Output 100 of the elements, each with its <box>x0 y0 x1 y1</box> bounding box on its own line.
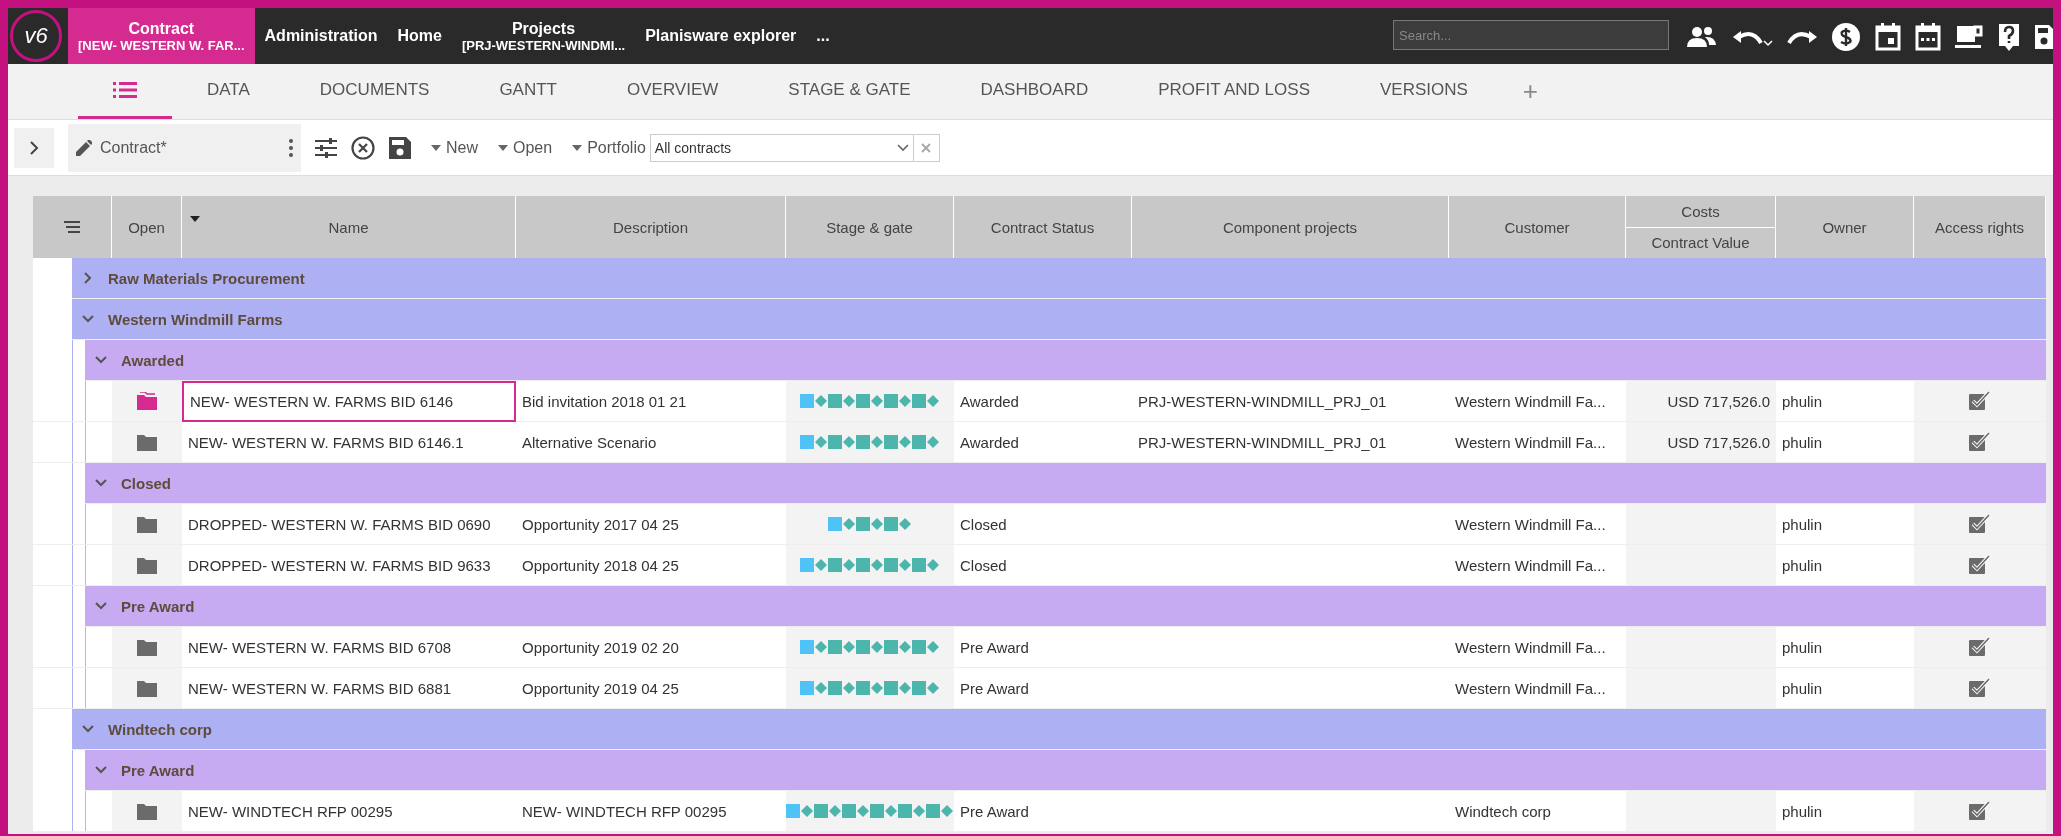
nav-tab[interactable]: Projects [PRJ-WESTERN-WINDMI... <box>451 8 636 64</box>
chevron-icon[interactable] <box>95 764 107 776</box>
group-row[interactable]: Western Windmill Farms <box>72 299 2046 340</box>
dropdown-button[interactable]: Portfolio <box>572 138 646 157</box>
tab[interactable]: OVERVIEW <box>592 64 754 119</box>
rows-icon[interactable] <box>64 221 80 233</box>
name-cell[interactable]: NEW- WINDTECH RFP 00295 <box>182 791 516 832</box>
column-header[interactable]: Stage & gate <box>786 196 954 258</box>
nav-tab[interactable]: Planisware explorer <box>635 8 807 64</box>
value-cell: USD 717,526.0 <box>1626 422 1776 463</box>
cancel-icon[interactable] <box>351 135 375 160</box>
owner-cell: phulin <box>1776 545 1914 586</box>
description-cell: Opportunity 2017 04 25 <box>516 504 786 545</box>
folder-icon[interactable] <box>137 433 157 451</box>
group-row[interactable]: Awarded <box>85 340 2046 381</box>
column-header[interactable]: Customer <box>1449 196 1626 258</box>
chevron-icon[interactable] <box>82 272 94 284</box>
tab[interactable]: DASHBOARD <box>945 64 1124 119</box>
dropdown-button[interactable]: Open <box>498 138 553 157</box>
sort-caret-icon[interactable] <box>190 216 200 222</box>
chevron-icon[interactable] <box>95 600 107 612</box>
name-cell[interactable]: DROPPED- WESTERN W. FARMS BID 9633 <box>182 545 516 586</box>
column-header[interactable]: Access rights <box>1914 196 2046 258</box>
status-cell: Closed <box>954 545 1132 586</box>
people-icon[interactable] <box>1687 25 1717 49</box>
name-cell[interactable]: NEW- WESTERN W. FARMS BID 6708 <box>182 627 516 668</box>
checked-note-icon[interactable] <box>1969 432 1991 452</box>
tab[interactable]: DATA <box>172 64 285 119</box>
group-row[interactable]: Pre Award <box>85 750 2046 791</box>
cup-icon[interactable] <box>1955 24 1983 50</box>
search-field[interactable]: Search... <box>1393 20 1669 50</box>
name-cell[interactable]: DROPPED- WESTERN W. FARMS BID 0690 <box>182 504 516 545</box>
column-header[interactable]: Component projects <box>1132 196 1449 258</box>
close-icon <box>921 142 932 153</box>
name-cell[interactable]: NEW- WESTERN W. FARMS BID 6146 <box>182 381 516 422</box>
caret-icon <box>498 144 508 151</box>
group-label: Closed <box>121 474 171 492</box>
more-icon[interactable] <box>289 138 293 157</box>
owner-cell: phulin <box>1776 381 1914 422</box>
folder-icon[interactable] <box>137 515 157 533</box>
folder-icon[interactable] <box>137 679 157 697</box>
checked-note-icon[interactable] <box>1969 514 1991 534</box>
calendar-icon[interactable] <box>1915 23 1941 51</box>
pencil-icon[interactable] <box>76 139 92 156</box>
dropdown-button[interactable]: New <box>431 138 478 157</box>
nav-tab[interactable]: Administration <box>254 8 388 64</box>
portfolio-select[interactable]: All contracts <box>649 133 914 162</box>
expand-button[interactable] <box>14 127 54 168</box>
status-cell: Pre Award <box>954 627 1132 668</box>
folder-icon[interactable] <box>137 638 157 656</box>
description-cell: Bid invitation 2018 01 21 <box>516 381 786 422</box>
checked-note-icon[interactable] <box>1969 637 1991 657</box>
group-row[interactable]: Windtech corp <box>72 709 2046 750</box>
folder-icon[interactable] <box>137 802 157 820</box>
group-label: Awarded <box>121 351 185 369</box>
nav-tab[interactable]: ... <box>806 8 840 64</box>
component-cell: PRJ-WESTERN-WINDMILL_PRJ_01 <box>1132 381 1449 422</box>
list-icon <box>113 81 137 99</box>
calendar-icon[interactable] <box>1875 23 1901 51</box>
tab[interactable]: GANTT <box>464 64 592 119</box>
save-icon[interactable] <box>2035 23 2053 51</box>
chevron-icon[interactable] <box>95 477 107 489</box>
checked-note-icon[interactable] <box>1969 391 1991 411</box>
column-header[interactable]: Owner <box>1776 196 1914 258</box>
name-cell[interactable]: NEW- WESTERN W. FARMS BID 6881 <box>182 668 516 709</box>
tab[interactable]: DOCUMENTS <box>284 64 465 119</box>
group-row[interactable]: Raw Materials Procurement <box>72 258 2046 299</box>
column-header[interactable]: Name <box>182 196 516 258</box>
group-row[interactable]: Closed <box>85 463 2046 504</box>
column-header[interactable]: Contract Status <box>954 196 1132 258</box>
status-cell: Awarded <box>954 381 1132 422</box>
logo[interactable]: v6 <box>10 10 62 62</box>
folder-icon[interactable] <box>137 556 157 574</box>
help-icon[interactable] <box>1997 22 2021 52</box>
save-icon[interactable] <box>389 136 411 159</box>
checked-note-icon[interactable] <box>1969 801 1991 821</box>
column-header[interactable]: Costs <box>1626 196 1775 227</box>
tab[interactable]: VERSIONS <box>1344 64 1503 119</box>
description-cell: Opportunity 2018 04 25 <box>516 545 786 586</box>
column-header[interactable]: Description <box>516 196 786 258</box>
group-label: Western Windmill Farms <box>108 310 283 328</box>
nav-tab[interactable]: Home <box>387 8 452 64</box>
nav-tab[interactable]: Contract [NEW- WESTERN W. FAR... <box>68 8 255 64</box>
checked-note-icon[interactable] <box>1969 678 1991 698</box>
chevron-icon[interactable] <box>95 354 107 366</box>
customer-cell: Western Windmill Fa... <box>1449 422 1626 463</box>
group-row[interactable]: Pre Award <box>85 586 2046 627</box>
chevron-icon[interactable] <box>82 723 94 735</box>
chevron-icon[interactable] <box>82 313 94 325</box>
name-cell[interactable]: NEW- WESTERN W. FARMS BID 6146.1 <box>182 422 516 463</box>
tab[interactable]: STAGE & GATE <box>753 64 946 119</box>
folder-icon[interactable] <box>137 392 157 410</box>
column-header[interactable]: Open <box>112 196 182 258</box>
dollar-icon[interactable] <box>1831 22 1861 52</box>
status-cell: Closed <box>954 504 1132 545</box>
caret-icon <box>431 144 441 151</box>
sliders-icon[interactable] <box>315 137 337 158</box>
tab[interactable]: PROFIT AND LOSS <box>1123 64 1345 119</box>
checked-note-icon[interactable] <box>1969 555 1991 575</box>
owner-cell: phulin <box>1776 791 1914 832</box>
